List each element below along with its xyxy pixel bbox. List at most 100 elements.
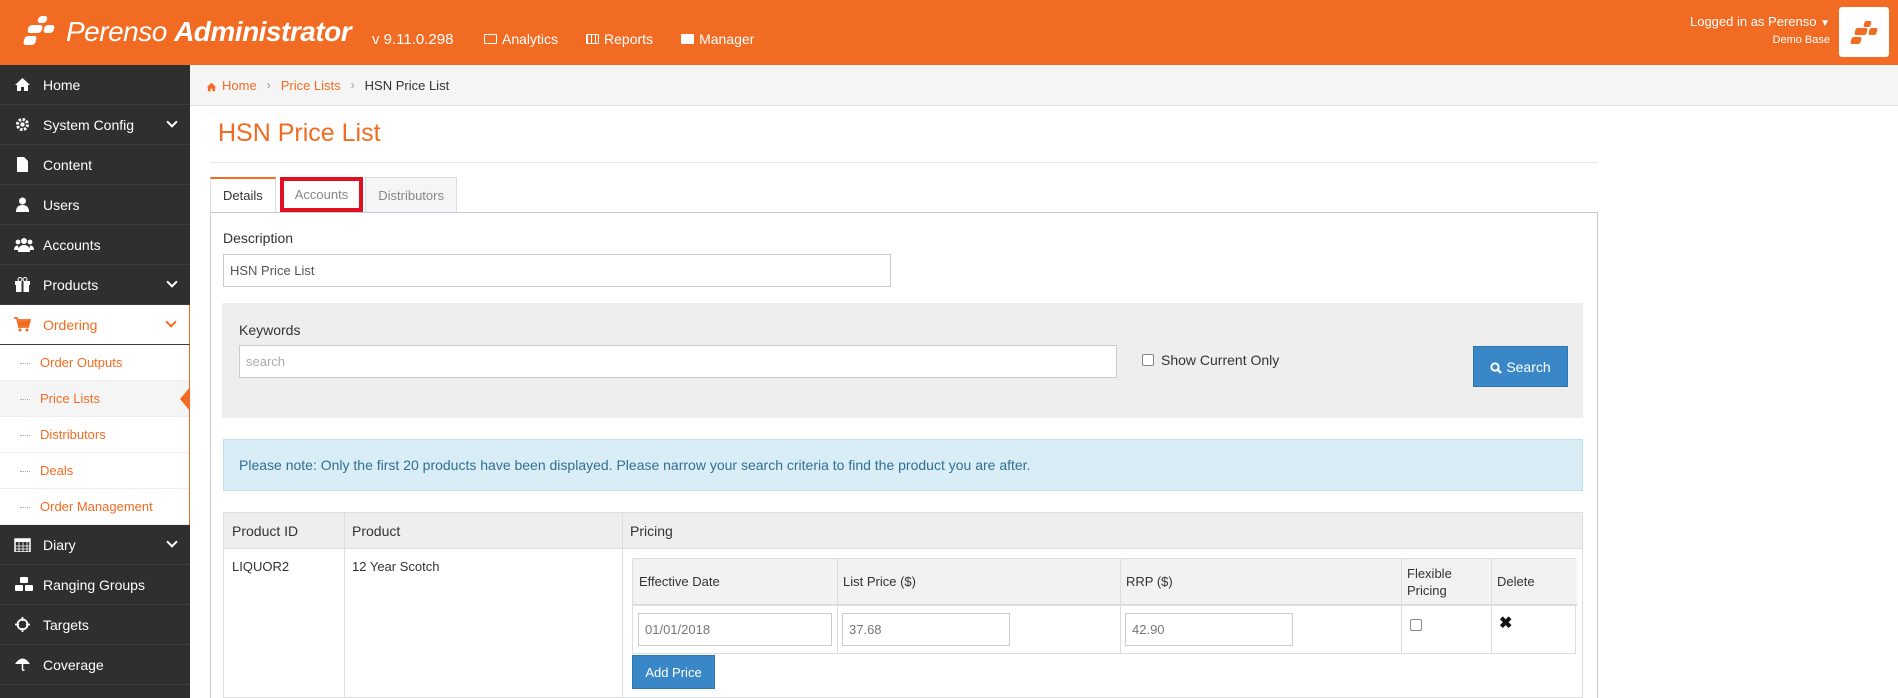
chevron-down-icon [166, 116, 178, 128]
add-price-label: Add Price [645, 664, 702, 680]
caret-down-icon: ▼ [1820, 18, 1830, 29]
breadcrumb: Home › Price Lists › HSN Price List [190, 65, 1898, 106]
nav-analytics[interactable]: Analytics [484, 31, 558, 47]
tab-label: Accounts [294, 187, 349, 202]
sidebar-item-label: Home [43, 76, 81, 93]
product-id-cell: LIQUOR2 [232, 559, 290, 574]
add-price-button[interactable]: Add Price [632, 655, 715, 689]
list-price-input[interactable]: 37.68 [842, 613, 1010, 646]
gear-icon [14, 117, 31, 132]
show-current-label: Show Current Only [1161, 352, 1280, 368]
user-menu[interactable]: Logged in as Perenso ▼ Demo Base [1690, 14, 1830, 46]
document-icon [14, 157, 31, 172]
column-header-flexible-pricing: Flexible Pricing [1401, 559, 1491, 606]
nav-analytics-label: Analytics [502, 31, 559, 47]
sidebar-subitem-label: Price Lists [40, 391, 100, 406]
cart-icon [14, 317, 32, 332]
column-header-pricing: Pricing [622, 513, 1582, 549]
column-divider [622, 513, 623, 697]
sidebar-item-system-config[interactable]: System Config [0, 105, 190, 145]
sidebar-item-label: System Config [43, 116, 135, 133]
sidebar-item-label: Targets [43, 616, 89, 633]
description-label: Description [223, 230, 294, 246]
column-header-rrp: RRP ($) [1120, 559, 1401, 606]
nav-manager[interactable]: Manager [681, 31, 754, 47]
sidebar-subitem-deals[interactable]: Deals [0, 453, 189, 489]
search-button-label: Search [1506, 358, 1551, 375]
home-icon [206, 80, 217, 92]
chevron-right-icon: › [350, 78, 355, 92]
sidebar-subitem-distributors[interactable]: Distributors [0, 417, 189, 453]
nav-manager-label: Manager [699, 31, 755, 47]
ordering-submenu: Order Outputs Price Lists Distributors D… [0, 345, 190, 525]
column-header-effective-date: Effective Date [633, 559, 837, 606]
column-header-product-id: Product ID [224, 513, 344, 549]
sidebar-item-label: Ordering [43, 316, 98, 333]
page-title: HSN Price List [218, 119, 381, 147]
rrp-input[interactable]: 42.90 [1125, 613, 1293, 646]
sidebar-item-targets[interactable]: Targets [0, 605, 190, 645]
analytics-icon [484, 34, 497, 44]
sidebar-item-diary[interactable]: Diary [0, 525, 190, 565]
top-nav: Analytics Reports Manager [484, 31, 754, 47]
avatar[interactable] [1839, 7, 1889, 57]
title-divider [210, 162, 1598, 163]
brand-product: Administrator [174, 16, 352, 47]
briefcase-icon [681, 34, 695, 44]
sidebar-subitem-label: Distributors [40, 427, 106, 442]
sidebar-item-label: Coverage [43, 656, 104, 673]
reports-icon [586, 34, 600, 44]
price-table: Product ID Product Pricing LIQUOR2 12 Ye… [223, 512, 1583, 698]
sidebar-item-content[interactable]: Content [0, 145, 190, 185]
breadcrumb-current: HSN Price List [364, 77, 450, 93]
brand-name: Perenso [66, 16, 167, 47]
umbrella-icon [14, 657, 31, 672]
sidebar-item-accounts[interactable]: Accounts [0, 225, 190, 265]
user-database: Demo Base [1772, 34, 1830, 46]
user-icon [14, 197, 31, 212]
crosshairs-icon [14, 617, 31, 632]
sidebar-item-label: Products [43, 276, 99, 293]
tab-details[interactable]: Details [210, 177, 276, 212]
top-bar: Perenso Administrator v 9.11.0.298 Analy… [0, 0, 1898, 65]
sidebar-item-home[interactable]: Home [0, 65, 190, 105]
column-divider [344, 513, 345, 697]
keywords-input[interactable]: search [239, 345, 1117, 378]
sidebar-item-label: Accounts [43, 236, 101, 253]
perenso-logo[interactable]: Perenso Administrator [22, 12, 352, 52]
search-button[interactable]: Search [1473, 346, 1568, 387]
cubes-icon [14, 577, 33, 592]
show-current-checkbox[interactable] [1142, 354, 1154, 366]
sidebar-item-label: Ranging Groups [43, 576, 145, 593]
breadcrumb-home-link[interactable]: Home [222, 78, 257, 93]
sidebar-item-label: Users [43, 196, 80, 213]
tab-distributors[interactable]: Distributors [365, 177, 457, 212]
column-divider [1401, 559, 1402, 653]
sidebar-item-ranging-groups[interactable]: Ranging Groups [0, 565, 190, 605]
tab-bar: Details Accounts Distributors [210, 177, 459, 212]
sidebar-subitem-order-outputs[interactable]: Order Outputs [0, 345, 189, 381]
tab-label: Distributors [378, 187, 444, 203]
breadcrumb-price-lists-link[interactable]: Price Lists [281, 78, 341, 93]
tab-accounts[interactable]: Accounts [279, 177, 364, 212]
chevron-right-icon: › [266, 78, 271, 92]
sidebar-subitem-label: Deals [40, 463, 74, 478]
calendar-icon [14, 537, 31, 553]
sidebar-subitem-order-management[interactable]: Order Management [0, 489, 189, 525]
sidebar-item-coverage[interactable]: Coverage [0, 645, 190, 685]
search-icon [1490, 361, 1503, 374]
sidebar-item-ordering[interactable]: Ordering [0, 305, 190, 345]
delete-icon[interactable]: ✖ [1499, 613, 1512, 633]
column-header-product: Product [344, 513, 622, 549]
column-divider [837, 559, 838, 653]
users-icon [14, 237, 34, 252]
sidebar-subitem-price-lists[interactable]: Price Lists [0, 381, 190, 417]
sidebar-item-products[interactable]: Products [0, 265, 190, 305]
nav-reports[interactable]: Reports [586, 31, 653, 47]
chevron-down-icon [165, 316, 177, 328]
flexible-pricing-checkbox[interactable] [1410, 619, 1422, 631]
sidebar-item-users[interactable]: Users [0, 185, 190, 225]
chevron-down-icon [166, 536, 178, 548]
effective-date-input[interactable]: 01/01/2018 [638, 613, 832, 646]
description-field[interactable]: HSN Price List [223, 254, 891, 287]
